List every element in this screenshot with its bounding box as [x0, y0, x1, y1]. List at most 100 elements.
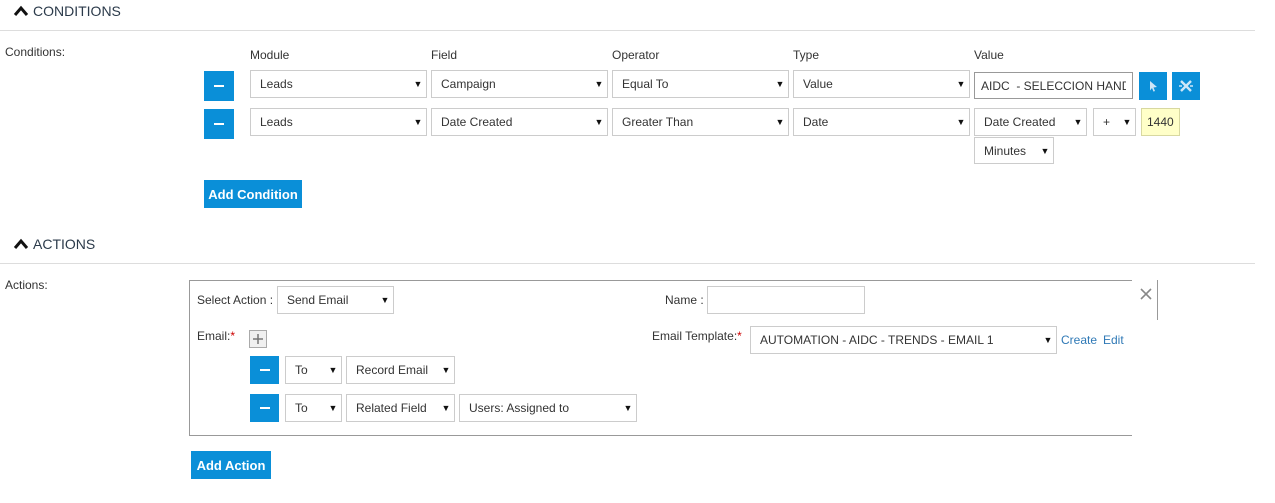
remove-action-button[interactable]: [1139, 287, 1153, 301]
type-select[interactable]: Value ▼: [793, 70, 970, 98]
edit-template-link[interactable]: Edit: [1103, 333, 1124, 347]
select-action-label: Select Action :: [197, 293, 274, 307]
caret-down-icon: ▼: [441, 403, 451, 413]
caret-down-icon: ▼: [775, 117, 785, 127]
field-select[interactable]: Date Created ▼: [431, 108, 608, 136]
caret-down-icon: ▼: [328, 365, 338, 375]
caret-down-icon: ▼: [1122, 117, 1132, 127]
caret-down-icon: ▼: [956, 117, 966, 127]
conditions-title: CONDITIONS: [33, 3, 121, 19]
close-icon: [1140, 288, 1152, 300]
recipient-kind-value: Record Email: [356, 363, 429, 377]
add-recipient-button[interactable]: [249, 330, 267, 348]
email-template-label: Email Template:: [652, 329, 738, 343]
caret-down-icon: ▼: [623, 403, 633, 413]
operator-select-value: Equal To: [622, 77, 669, 91]
action-name-input[interactable]: [707, 286, 865, 314]
required-marker: *: [230, 329, 236, 343]
chevron-up-icon: [13, 238, 29, 249]
header-type: Type: [793, 48, 820, 62]
email-template-label-wrap: Email Template:*: [652, 329, 742, 343]
recipient-kind-value: Related Field: [356, 401, 427, 415]
remove-condition-button[interactable]: [204, 71, 234, 101]
caret-down-icon: ▼: [1073, 117, 1083, 127]
chevron-up-icon: [13, 5, 29, 16]
name-label: Name :: [665, 293, 704, 307]
conditions-section-toggle[interactable]: CONDITIONS: [13, 3, 121, 19]
module-select-value: Leads: [260, 77, 293, 91]
type-select-value: Date: [803, 115, 829, 129]
email-template-select[interactable]: AUTOMATION - AIDC - TRENDS - EMAIL 1 ▼: [750, 326, 1057, 354]
remove-condition-button[interactable]: [204, 109, 234, 139]
caret-down-icon: ▼: [956, 79, 966, 89]
module-select[interactable]: Leads ▼: [250, 70, 427, 98]
field-select-value: Date Created: [441, 115, 513, 129]
add-action-button[interactable]: Add Action: [191, 451, 271, 479]
select-action-value: Send Email: [287, 293, 349, 307]
caret-down-icon: ▼: [441, 365, 451, 375]
caret-down-icon: ▼: [380, 295, 390, 305]
caret-down-icon: ▼: [594, 117, 604, 127]
amount-input[interactable]: [1141, 108, 1180, 136]
email-template-value: AUTOMATION - AIDC - TRENDS - EMAIL 1: [760, 333, 994, 347]
clear-value-button[interactable]: [1172, 72, 1200, 100]
clear-icon: [1179, 80, 1193, 92]
header-module: Module: [250, 48, 290, 62]
caret-down-icon: ▼: [1040, 145, 1050, 156]
caret-down-icon: ▼: [1043, 335, 1053, 345]
recipient-to-select[interactable]: To ▼: [285, 394, 342, 422]
recipient-kind-select[interactable]: Related Field ▼: [346, 394, 455, 422]
caret-down-icon: ▼: [328, 403, 338, 413]
plus-icon: [253, 334, 263, 344]
actions-divider: [0, 263, 1255, 264]
unit-select[interactable]: Minutes ▼: [974, 137, 1054, 164]
minus-icon: [214, 123, 224, 125]
unit-select-value: Minutes: [984, 143, 1027, 158]
select-value-button[interactable]: [1139, 72, 1167, 100]
select-action-dropdown[interactable]: Send Email ▼: [277, 286, 394, 314]
caret-down-icon: ▼: [413, 79, 423, 89]
operator-select-value: Greater Than: [622, 115, 694, 129]
operator-select[interactable]: Greater Than ▼: [612, 108, 789, 136]
header-operator: Operator: [612, 48, 660, 62]
sign-select[interactable]: + ▼: [1093, 108, 1136, 136]
module-select[interactable]: Leads ▼: [250, 108, 427, 136]
condition-value-input[interactable]: [974, 72, 1133, 99]
actions-section-toggle[interactable]: ACTIONS: [13, 236, 95, 252]
field-select-value: Campaign: [441, 77, 496, 91]
type-select[interactable]: Date ▼: [793, 108, 970, 136]
conditions-divider: [0, 30, 1255, 31]
caret-down-icon: ▼: [594, 79, 604, 89]
remove-recipient-button[interactable]: [250, 394, 279, 422]
header-field: Field: [431, 48, 458, 62]
conditions-label: Conditions:: [5, 45, 66, 59]
module-select-value: Leads: [260, 115, 293, 129]
date-field-select-value: Date Created: [984, 115, 1056, 129]
header-value: Value: [974, 48, 1004, 62]
minus-icon: [214, 85, 224, 87]
add-condition-button[interactable]: Add Condition: [204, 180, 302, 208]
recipient-to-value: To: [295, 401, 308, 415]
recipient-to-value: To: [295, 363, 308, 377]
actions-label: Actions:: [5, 278, 48, 292]
recipient-kind-select[interactable]: Record Email ▼: [346, 356, 455, 384]
recipient-field-value: Users: Assigned to: [469, 401, 570, 415]
operator-select[interactable]: Equal To ▼: [612, 70, 789, 98]
minus-icon: [259, 407, 270, 409]
field-select[interactable]: Campaign ▼: [431, 70, 608, 98]
email-label: Email:: [197, 329, 231, 343]
required-marker: *: [737, 329, 742, 343]
remove-recipient-button[interactable]: [250, 356, 279, 384]
caret-down-icon: ▼: [775, 79, 785, 89]
minus-icon: [259, 369, 270, 371]
caret-down-icon: ▼: [413, 117, 423, 127]
type-select-value: Value: [803, 77, 833, 91]
recipient-field-select[interactable]: Users: Assigned to ▼: [459, 394, 637, 422]
actions-title: ACTIONS: [33, 236, 96, 252]
create-template-link[interactable]: Create: [1061, 333, 1097, 347]
select-arrow-icon: [1150, 81, 1157, 92]
email-label-wrap: Email:*: [197, 329, 235, 343]
recipient-to-select[interactable]: To ▼: [285, 356, 342, 384]
date-field-select[interactable]: Date Created ▼: [974, 108, 1087, 136]
sign-select-value: +: [1103, 115, 1111, 129]
